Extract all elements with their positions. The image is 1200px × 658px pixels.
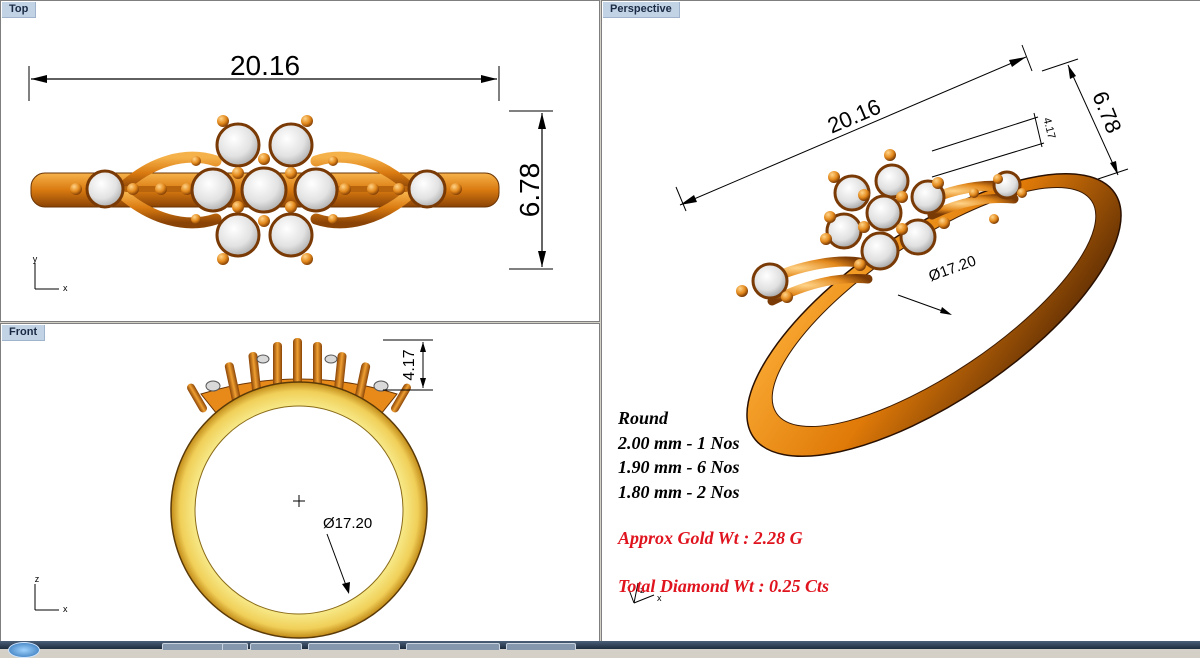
dimension-diameter-front-label: Ø17.20 xyxy=(323,515,372,532)
taskbar xyxy=(0,641,1200,658)
dimension-height-label: 4.17 xyxy=(401,349,418,380)
axis-y-label: y xyxy=(33,254,38,264)
axis-z-label: z xyxy=(35,574,40,584)
dimension-height: 4.17 xyxy=(383,339,433,391)
spec-line: 2.00 mm - 1 Nos xyxy=(618,432,740,453)
spec-line: 1.90 mm - 6 Nos xyxy=(618,457,740,477)
viewport-front[interactable]: Front 4.17 Ø17.20 z x xyxy=(0,323,600,642)
dimension-height-perspective: 4.17 xyxy=(931,112,1057,178)
axis-indicator-top: y x xyxy=(33,254,68,293)
dimension-width-perspective: 6.78 xyxy=(1041,58,1129,182)
viewport-top-title[interactable]: Top xyxy=(2,2,37,18)
start-button[interactable] xyxy=(8,642,40,658)
ring-front-view xyxy=(170,338,428,639)
viewport-front-title[interactable]: Front xyxy=(2,325,46,341)
dimension-length-label: 20.16 xyxy=(230,50,300,81)
viewport-perspective-title[interactable]: Perspective xyxy=(603,2,680,18)
spec-line: 1.80 mm - 2 Nos xyxy=(618,481,740,502)
top-view-drawing: 20.16 6.78 y x xyxy=(28,50,553,293)
dimension-length-perspective-label: 20.16 xyxy=(824,94,884,139)
dimension-height-perspective-label: 4.17 xyxy=(1040,116,1057,140)
dimension-width-label: 6.78 xyxy=(514,163,545,218)
viewport-perspective[interactable]: Perspective 20.16 6.78 4.17 Ø17.20 z x R… xyxy=(601,0,1200,642)
diamond-weight: Total Diamond Wt : 0.25 Cts xyxy=(618,575,830,596)
axis-x-label: x xyxy=(63,283,68,293)
dimension-width-perspective-label: 6.78 xyxy=(1087,88,1126,137)
stone-spec-panel: Round 2.00 mm - 1 Nos 1.90 mm - 6 Nos 1.… xyxy=(618,406,829,598)
dimension-width: 6.78 xyxy=(509,110,553,270)
spec-heading: Round xyxy=(618,408,669,428)
axis-indicator-front: z x xyxy=(34,574,68,614)
front-view-drawing: 4.17 Ø17.20 z x xyxy=(34,338,433,639)
gold-weight: Approx Gold Wt : 2.28 G xyxy=(618,528,803,548)
viewport-top[interactable]: Top 20.16 6.78 y x xyxy=(0,0,600,322)
dimension-length: 20.16 xyxy=(28,50,500,101)
ring-top-view xyxy=(30,115,500,265)
axis-x-label: x xyxy=(63,604,68,614)
